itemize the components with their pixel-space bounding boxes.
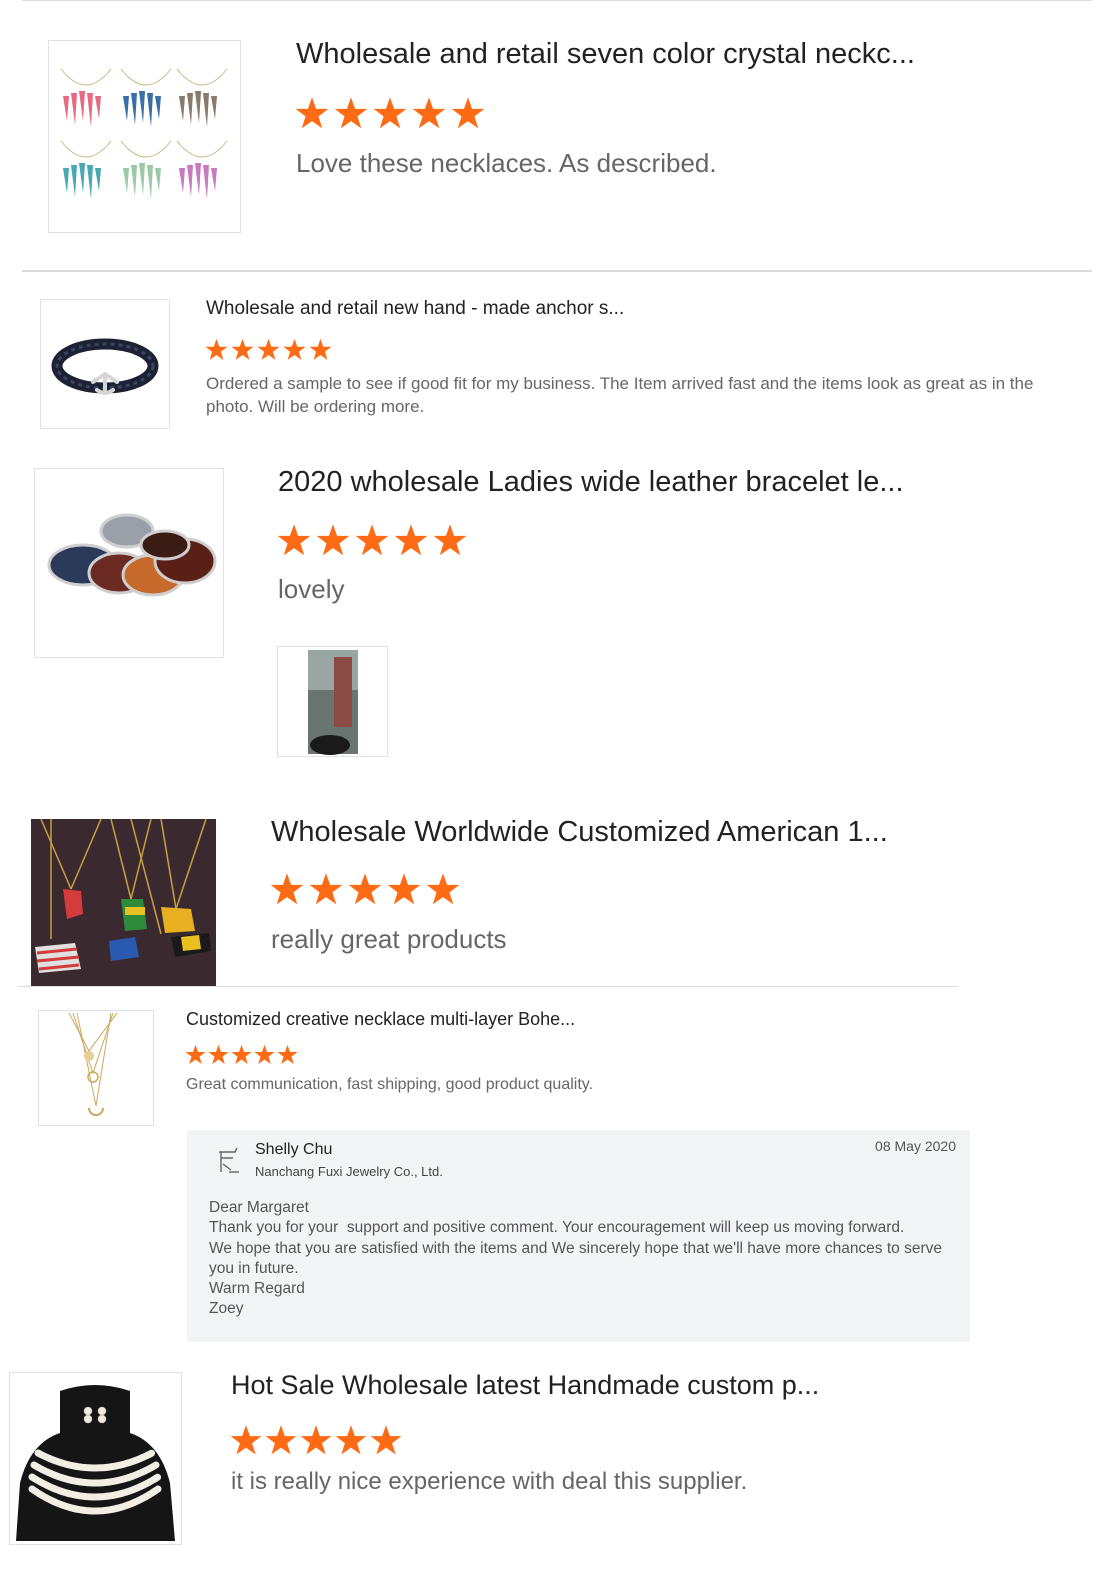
star-icon bbox=[370, 1425, 402, 1455]
reply-date: 08 May 2020 bbox=[875, 1138, 956, 1154]
star-icon bbox=[208, 1044, 229, 1064]
reply-message: Dear Margaret Thank you for your support… bbox=[209, 1198, 942, 1320]
star-icon bbox=[335, 1425, 367, 1455]
star-rating bbox=[295, 96, 490, 130]
star-icon bbox=[426, 873, 460, 905]
star-icon bbox=[334, 97, 368, 129]
star-icon bbox=[231, 338, 254, 360]
star-icon bbox=[185, 1044, 206, 1064]
star-icon bbox=[295, 97, 329, 129]
star-icon bbox=[231, 1044, 252, 1064]
product-thumbnail[interactable] bbox=[31, 819, 216, 987]
reply-line: We hope that you are satisfied with the … bbox=[209, 1239, 942, 1257]
star-icon bbox=[270, 873, 304, 905]
product-thumbnail[interactable] bbox=[48, 40, 241, 233]
star-icon bbox=[230, 1425, 262, 1455]
reply-line: Zoey bbox=[209, 1300, 244, 1318]
review-comment: Love these necklaces. As described. bbox=[296, 148, 717, 178]
star-icon bbox=[300, 1425, 332, 1455]
product-title[interactable]: Wholesale and retail seven color crystal… bbox=[296, 38, 915, 71]
star-rating bbox=[230, 1424, 405, 1456]
product-thumbnail[interactable] bbox=[38, 1010, 154, 1126]
star-icon bbox=[348, 873, 382, 905]
supplier-reply: Shelly Chu Nanchang Fuxi Jewelry Co., Lt… bbox=[187, 1130, 970, 1342]
star-rating bbox=[185, 1044, 300, 1065]
reply-line: Dear Margaret bbox=[209, 1199, 309, 1216]
product-thumbnail[interactable] bbox=[34, 468, 224, 658]
star-rating bbox=[270, 872, 465, 906]
star-icon bbox=[205, 338, 228, 360]
product-title[interactable]: Customized creative necklace multi-layer… bbox=[186, 1009, 575, 1030]
star-icon bbox=[412, 97, 446, 129]
reply-author[interactable]: Shelly Chu bbox=[255, 1141, 332, 1159]
review-comment: it is really nice experience with deal t… bbox=[231, 1468, 748, 1495]
top-divider bbox=[22, 0, 1092, 1]
star-icon bbox=[265, 1425, 297, 1455]
review-comment: Great communication, fast shipping, good… bbox=[186, 1076, 594, 1093]
star-icon bbox=[257, 338, 280, 360]
star-icon bbox=[394, 524, 428, 556]
attachment-thumbnail[interactable] bbox=[277, 646, 388, 757]
leather-bracelets-image bbox=[35, 469, 223, 657]
product-thumbnail[interactable] bbox=[9, 1372, 182, 1545]
reply-line: Thank you for your support and positive … bbox=[209, 1219, 905, 1237]
star-icon bbox=[451, 97, 485, 129]
buyer-photo-image bbox=[278, 647, 387, 756]
map-pendant-necklaces-image bbox=[31, 819, 216, 987]
star-icon bbox=[309, 338, 332, 360]
crystal-necklaces-image bbox=[49, 41, 240, 232]
review-comment: Ordered a sample to see if good fit for … bbox=[206, 374, 1034, 416]
review-comment: lovely bbox=[278, 574, 345, 604]
review-comment: really great products bbox=[271, 924, 507, 954]
reply-line: you in future. bbox=[209, 1259, 299, 1277]
star-icon bbox=[373, 97, 407, 129]
star-icon bbox=[433, 524, 467, 556]
star-icon bbox=[277, 1044, 298, 1064]
star-icon bbox=[254, 1044, 275, 1064]
product-title[interactable]: Hot Sale Wholesale latest Handmade custo… bbox=[231, 1370, 819, 1401]
reply-company[interactable]: Nanchang Fuxi Jewelry Co., Ltd. bbox=[255, 1164, 443, 1179]
product-title[interactable]: Wholesale Worldwide Customized American … bbox=[271, 816, 888, 849]
section-divider bbox=[18, 986, 958, 987]
product-title[interactable]: 2020 wholesale Ladies wide leather brace… bbox=[278, 466, 904, 499]
anchor-bracelet-image bbox=[41, 300, 169, 428]
star-icon bbox=[387, 873, 421, 905]
star-icon bbox=[355, 524, 389, 556]
pearl-necklace-image bbox=[10, 1373, 181, 1544]
reply-line: Warm Regard bbox=[209, 1280, 305, 1298]
star-icon bbox=[316, 524, 350, 556]
product-thumbnail[interactable] bbox=[40, 299, 170, 429]
star-rating bbox=[277, 523, 472, 557]
layered-necklace-image bbox=[39, 1011, 153, 1125]
section-divider bbox=[22, 270, 1092, 272]
user-avatar-icon bbox=[215, 1144, 243, 1176]
star-icon bbox=[309, 873, 343, 905]
star-icon bbox=[283, 338, 306, 360]
star-icon bbox=[277, 524, 311, 556]
product-title[interactable]: Wholesale and retail new hand - made anc… bbox=[206, 298, 624, 320]
star-rating bbox=[205, 338, 335, 361]
